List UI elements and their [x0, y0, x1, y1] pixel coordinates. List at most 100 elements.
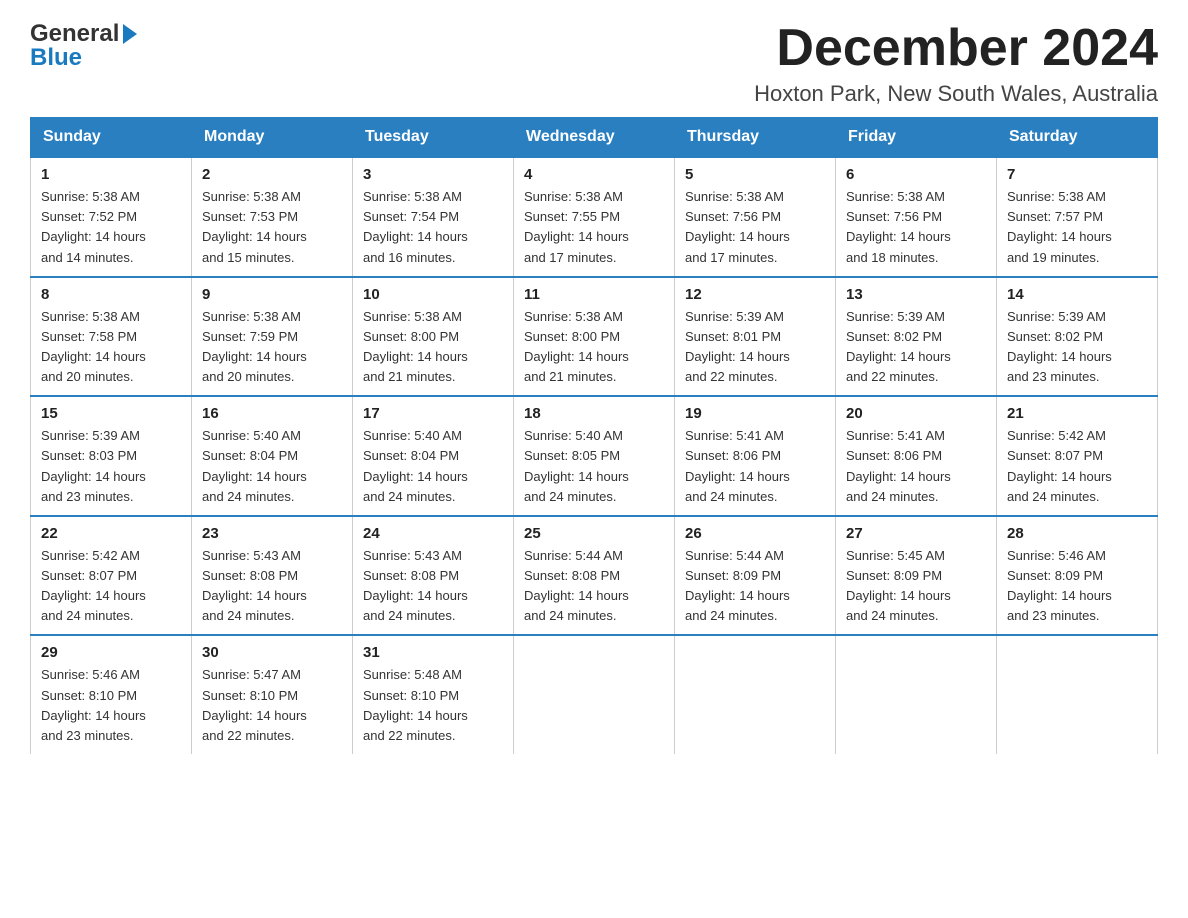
day-number: 24 — [363, 525, 503, 542]
calendar-cell: 10 Sunrise: 5:38 AM Sunset: 8:00 PM Dayl… — [353, 277, 514, 397]
calendar-cell — [836, 635, 997, 754]
month-title: December 2024 — [754, 20, 1158, 77]
day-info: Sunrise: 5:38 AM Sunset: 8:00 PM Dayligh… — [363, 307, 503, 388]
day-info: Sunrise: 5:40 AM Sunset: 8:05 PM Dayligh… — [524, 426, 664, 507]
day-info: Sunrise: 5:38 AM Sunset: 7:58 PM Dayligh… — [41, 307, 181, 388]
day-number: 26 — [685, 525, 825, 542]
calendar-week-4: 22 Sunrise: 5:42 AM Sunset: 8:07 PM Dayl… — [31, 516, 1158, 636]
day-number: 23 — [202, 525, 342, 542]
calendar-table: SundayMondayTuesdayWednesdayThursdayFrid… — [30, 117, 1158, 754]
day-number: 10 — [363, 286, 503, 303]
calendar-week-3: 15 Sunrise: 5:39 AM Sunset: 8:03 PM Dayl… — [31, 396, 1158, 516]
day-info: Sunrise: 5:48 AM Sunset: 8:10 PM Dayligh… — [363, 665, 503, 746]
calendar-cell: 8 Sunrise: 5:38 AM Sunset: 7:58 PM Dayli… — [31, 277, 192, 397]
calendar-cell: 3 Sunrise: 5:38 AM Sunset: 7:54 PM Dayli… — [353, 157, 514, 277]
day-info: Sunrise: 5:38 AM Sunset: 7:53 PM Dayligh… — [202, 187, 342, 268]
header-wednesday: Wednesday — [514, 118, 675, 158]
logo-text: General Blue — [30, 20, 139, 72]
location-title: Hoxton Park, New South Wales, Australia — [754, 81, 1158, 107]
day-info: Sunrise: 5:38 AM Sunset: 7:59 PM Dayligh… — [202, 307, 342, 388]
day-info: Sunrise: 5:39 AM Sunset: 8:01 PM Dayligh… — [685, 307, 825, 388]
day-number: 2 — [202, 166, 342, 183]
calendar-cell — [997, 635, 1158, 754]
calendar-cell: 27 Sunrise: 5:45 AM Sunset: 8:09 PM Dayl… — [836, 516, 997, 636]
day-number: 29 — [41, 644, 181, 661]
day-info: Sunrise: 5:44 AM Sunset: 8:08 PM Dayligh… — [524, 546, 664, 627]
calendar-cell: 17 Sunrise: 5:40 AM Sunset: 8:04 PM Dayl… — [353, 396, 514, 516]
calendar-cell: 11 Sunrise: 5:38 AM Sunset: 8:00 PM Dayl… — [514, 277, 675, 397]
day-number: 6 — [846, 166, 986, 183]
calendar-cell: 29 Sunrise: 5:46 AM Sunset: 8:10 PM Dayl… — [31, 635, 192, 754]
day-number: 3 — [363, 166, 503, 183]
day-number: 31 — [363, 644, 503, 661]
page-header: General Blue December 2024 Hoxton Park, … — [30, 20, 1158, 107]
day-info: Sunrise: 5:38 AM Sunset: 7:56 PM Dayligh… — [685, 187, 825, 268]
day-number: 19 — [685, 405, 825, 422]
day-number: 14 — [1007, 286, 1147, 303]
day-number: 30 — [202, 644, 342, 661]
day-info: Sunrise: 5:45 AM Sunset: 8:09 PM Dayligh… — [846, 546, 986, 627]
day-info: Sunrise: 5:46 AM Sunset: 8:09 PM Dayligh… — [1007, 546, 1147, 627]
day-number: 13 — [846, 286, 986, 303]
calendar-cell: 20 Sunrise: 5:41 AM Sunset: 8:06 PM Dayl… — [836, 396, 997, 516]
day-number: 8 — [41, 286, 181, 303]
calendar-cell: 1 Sunrise: 5:38 AM Sunset: 7:52 PM Dayli… — [31, 157, 192, 277]
day-number: 20 — [846, 405, 986, 422]
day-number: 7 — [1007, 166, 1147, 183]
calendar-cell: 7 Sunrise: 5:38 AM Sunset: 7:57 PM Dayli… — [997, 157, 1158, 277]
header-tuesday: Tuesday — [353, 118, 514, 158]
calendar-cell: 31 Sunrise: 5:48 AM Sunset: 8:10 PM Dayl… — [353, 635, 514, 754]
calendar-cell: 6 Sunrise: 5:38 AM Sunset: 7:56 PM Dayli… — [836, 157, 997, 277]
logo: General Blue — [30, 20, 139, 72]
day-info: Sunrise: 5:39 AM Sunset: 8:02 PM Dayligh… — [1007, 307, 1147, 388]
day-number: 1 — [41, 166, 181, 183]
calendar-cell: 13 Sunrise: 5:39 AM Sunset: 8:02 PM Dayl… — [836, 277, 997, 397]
day-info: Sunrise: 5:47 AM Sunset: 8:10 PM Dayligh… — [202, 665, 342, 746]
day-number: 25 — [524, 525, 664, 542]
header-sunday: Sunday — [31, 118, 192, 158]
day-info: Sunrise: 5:38 AM Sunset: 7:52 PM Dayligh… — [41, 187, 181, 268]
day-number: 22 — [41, 525, 181, 542]
day-number: 5 — [685, 166, 825, 183]
calendar-cell — [514, 635, 675, 754]
calendar-cell: 19 Sunrise: 5:41 AM Sunset: 8:06 PM Dayl… — [675, 396, 836, 516]
calendar-week-2: 8 Sunrise: 5:38 AM Sunset: 7:58 PM Dayli… — [31, 277, 1158, 397]
calendar-cell: 25 Sunrise: 5:44 AM Sunset: 8:08 PM Dayl… — [514, 516, 675, 636]
header-monday: Monday — [192, 118, 353, 158]
day-number: 18 — [524, 405, 664, 422]
day-info: Sunrise: 5:43 AM Sunset: 8:08 PM Dayligh… — [202, 546, 342, 627]
day-info: Sunrise: 5:38 AM Sunset: 7:55 PM Dayligh… — [524, 187, 664, 268]
calendar-week-1: 1 Sunrise: 5:38 AM Sunset: 7:52 PM Dayli… — [31, 157, 1158, 277]
calendar-header-row: SundayMondayTuesdayWednesdayThursdayFrid… — [31, 118, 1158, 158]
calendar-cell — [675, 635, 836, 754]
day-info: Sunrise: 5:41 AM Sunset: 8:06 PM Dayligh… — [685, 426, 825, 507]
calendar-cell: 12 Sunrise: 5:39 AM Sunset: 8:01 PM Dayl… — [675, 277, 836, 397]
calendar-cell: 15 Sunrise: 5:39 AM Sunset: 8:03 PM Dayl… — [31, 396, 192, 516]
day-number: 16 — [202, 405, 342, 422]
day-number: 27 — [846, 525, 986, 542]
day-number: 12 — [685, 286, 825, 303]
day-number: 9 — [202, 286, 342, 303]
logo-blue: Blue — [30, 44, 139, 72]
calendar-cell: 22 Sunrise: 5:42 AM Sunset: 8:07 PM Dayl… — [31, 516, 192, 636]
header-saturday: Saturday — [997, 118, 1158, 158]
day-info: Sunrise: 5:39 AM Sunset: 8:02 PM Dayligh… — [846, 307, 986, 388]
title-area: December 2024 Hoxton Park, New South Wal… — [754, 20, 1158, 107]
day-number: 28 — [1007, 525, 1147, 542]
day-number: 21 — [1007, 405, 1147, 422]
day-info: Sunrise: 5:38 AM Sunset: 7:57 PM Dayligh… — [1007, 187, 1147, 268]
header-thursday: Thursday — [675, 118, 836, 158]
day-info: Sunrise: 5:38 AM Sunset: 7:56 PM Dayligh… — [846, 187, 986, 268]
day-number: 15 — [41, 405, 181, 422]
day-info: Sunrise: 5:46 AM Sunset: 8:10 PM Dayligh… — [41, 665, 181, 746]
day-info: Sunrise: 5:42 AM Sunset: 8:07 PM Dayligh… — [1007, 426, 1147, 507]
calendar-cell: 4 Sunrise: 5:38 AM Sunset: 7:55 PM Dayli… — [514, 157, 675, 277]
day-number: 11 — [524, 286, 664, 303]
logo-arrow-icon — [123, 24, 137, 44]
day-info: Sunrise: 5:42 AM Sunset: 8:07 PM Dayligh… — [41, 546, 181, 627]
day-number: 17 — [363, 405, 503, 422]
calendar-cell: 14 Sunrise: 5:39 AM Sunset: 8:02 PM Dayl… — [997, 277, 1158, 397]
calendar-cell: 26 Sunrise: 5:44 AM Sunset: 8:09 PM Dayl… — [675, 516, 836, 636]
calendar-cell: 2 Sunrise: 5:38 AM Sunset: 7:53 PM Dayli… — [192, 157, 353, 277]
day-info: Sunrise: 5:38 AM Sunset: 7:54 PM Dayligh… — [363, 187, 503, 268]
